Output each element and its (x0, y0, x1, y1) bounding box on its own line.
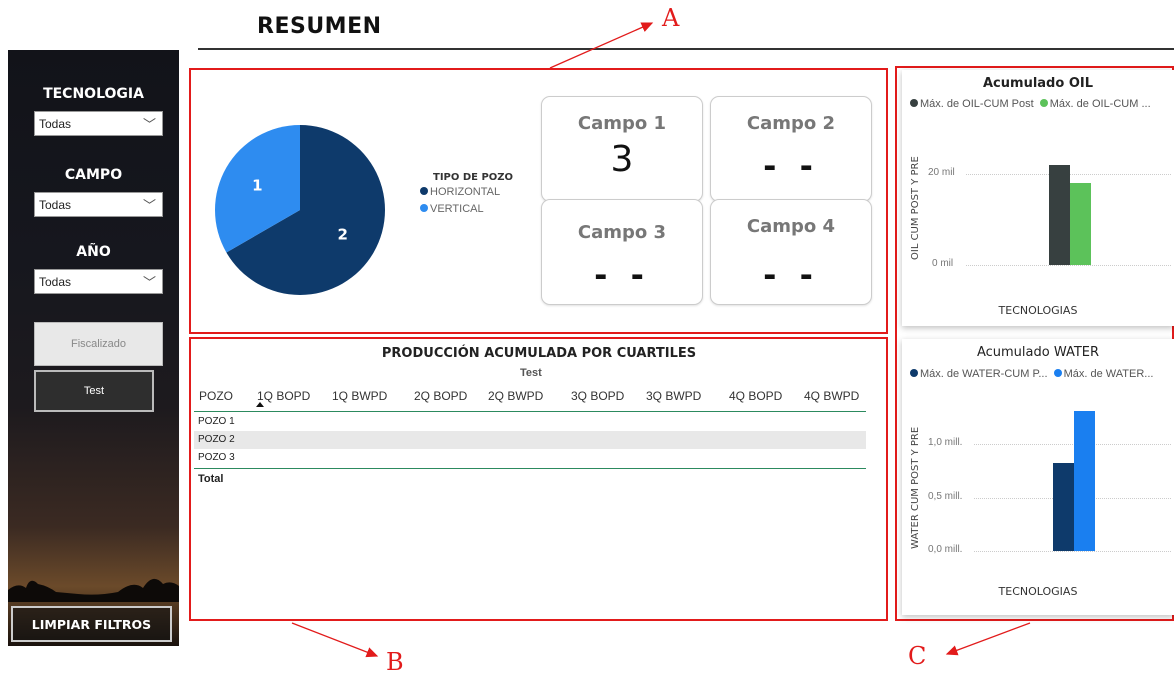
legend-dot-icon (1053, 369, 1062, 377)
legend-item-horizontal[interactable]: HORIZONTAL (420, 186, 500, 198)
table-row[interactable]: POZO 1 (194, 413, 866, 431)
ano-dropdown[interactable]: Todas ﹀ (34, 269, 163, 294)
well-type-pie-chart: 21 (215, 125, 385, 295)
legend-dot-icon (910, 99, 918, 107)
water-chart-gridline (974, 444, 1171, 445)
legend-label: Máx. de WATER... (1063, 368, 1154, 380)
water-chart-gridline (974, 551, 1171, 552)
kpi-card-campo-4: Campo 4 - - (710, 199, 872, 305)
legend-label: Máx. de WATER-CUM P... (920, 368, 1048, 380)
bar-1[interactable] (1074, 410, 1095, 551)
column-header-1q-bopd[interactable]: 1Q BOPD (257, 389, 310, 403)
tree-silhouette (8, 578, 179, 602)
chevron-down-icon: ﹀ (142, 117, 156, 132)
oil-chart-panel: Acumulado OIL Máx. de OIL-CUM Post Máx. … (902, 70, 1174, 326)
water-chart-tick: 0,5 mill. (928, 491, 963, 502)
column-header-pozo[interactable]: POZO (199, 389, 233, 403)
table-row[interactable]: POZO 2 (194, 431, 866, 449)
kpi-card-campo-3: Campo 3 - - (541, 199, 703, 305)
pie-slice-label: 1 (252, 176, 262, 194)
arrow-b (291, 622, 379, 658)
pie-slice-label: 2 (337, 226, 347, 244)
column-header-3q-bwpd[interactable]: 3Q BWPD (646, 389, 701, 403)
table-header-rule (194, 411, 866, 412)
water-chart-title: Acumulado WATER (976, 345, 1100, 360)
table-total-row: Total (198, 473, 224, 485)
filter-label-tecnologia: TECNOLOGIA (43, 86, 144, 102)
column-header-1q-bwpd[interactable]: 1Q BWPD (332, 389, 387, 403)
bar-1[interactable] (1070, 183, 1091, 265)
annotation-label-c: C (908, 642, 927, 670)
kpi-card-campo-2: Campo 2 - - (710, 96, 872, 202)
kpi-value: - - (763, 256, 819, 294)
oil-chart-tick: 0 mil (932, 258, 954, 269)
chevron-down-icon: ﹀ (142, 275, 156, 290)
filter-label-ano: AÑO (76, 244, 111, 260)
filter-sidebar: TECNOLOGIA Todas ﹀ CAMPO Todas ﹀ AÑO Tod… (8, 50, 179, 646)
ano-dropdown-value: Todas (39, 275, 72, 289)
legend-dot-icon (1039, 99, 1048, 107)
column-header-2q-bopd[interactable]: 2Q BOPD (414, 389, 467, 403)
filter-label-campo: CAMPO (64, 167, 123, 183)
sort-ascending-icon (256, 402, 264, 407)
bar-0[interactable] (1049, 164, 1070, 265)
annotation-label-b: B (386, 648, 404, 676)
oil-chart-title: Acumulado OIL (983, 76, 1093, 91)
legend-label: Máx. de OIL-CUM ... (1049, 98, 1151, 110)
column-header-4q-bopd[interactable]: 4Q BOPD (729, 389, 782, 403)
tecnologia-dropdown-value: Todas (39, 117, 72, 131)
arrow-c (945, 622, 1031, 656)
kpi-value: - - (763, 147, 819, 185)
legend-label: HORIZONTAL (430, 186, 501, 198)
water-chart-x-axis-label: TECNOLOGIAS (998, 585, 1078, 598)
water-chart-tick: 0,0 mill. (928, 544, 963, 555)
water-chart-legend: Máx. de WATER-CUM P... Máx. de WATER... (910, 368, 1153, 380)
legend-dot-icon (420, 204, 428, 212)
table-title: PRODUCCIÓN ACUMULADA POR CUARTILES (381, 346, 697, 361)
legend-label: VERTICAL (430, 203, 484, 215)
kpi-card-campo-1: Campo 1 3 (541, 96, 703, 202)
oil-chart-gridline (966, 265, 1171, 266)
kpi-label: Campo 2 (746, 113, 836, 134)
table-total-rule (194, 468, 866, 469)
table-row[interactable]: POZO 3 (194, 449, 866, 467)
chevron-down-icon: ﹀ (142, 198, 156, 213)
kpi-value: 3 (610, 139, 634, 180)
legend-dot-icon (420, 187, 428, 195)
water-chart-tick: 1,0 mill. (928, 437, 963, 448)
annotation-label-a: A (662, 4, 680, 32)
bar-0[interactable] (1053, 463, 1074, 551)
oil-chart-legend: Máx. de OIL-CUM Post Máx. de OIL-CUM ... (910, 98, 1151, 110)
kpi-label: Campo 4 (746, 216, 836, 237)
oil-chart-y-axis-label: OIL CUM POST Y PRE (910, 156, 921, 260)
water-chart-panel: Acumulado WATER Máx. de WATER-CUM P... M… (902, 339, 1174, 615)
title-divider (198, 48, 1174, 50)
tecnologia-dropdown[interactable]: Todas ﹀ (34, 111, 163, 136)
column-header-2q-bwpd[interactable]: 2Q BWPD (488, 389, 543, 403)
fiscalizado-button[interactable]: Fiscalizado (34, 322, 163, 366)
kpi-label: Campo 3 (577, 222, 667, 243)
page-title: RESUMEN (257, 14, 382, 39)
arrow-a (549, 22, 654, 69)
kpi-value: - - (594, 256, 650, 294)
oil-chart-x-axis-label: TECNOLOGIAS (998, 304, 1078, 317)
test-button[interactable]: Test (34, 370, 154, 412)
kpi-label: Campo 1 (577, 113, 667, 134)
campo-dropdown[interactable]: Todas ﹀ (34, 192, 163, 217)
column-header-4q-bwpd[interactable]: 4Q BWPD (804, 389, 859, 403)
legend-dot-icon (910, 369, 918, 377)
table-subtitle: Test (520, 367, 542, 379)
column-header-3q-bopd[interactable]: 3Q BOPD (571, 389, 624, 403)
legend-label: Máx. de OIL-CUM Post (920, 98, 1034, 110)
oil-chart-tick: 20 mil (928, 167, 955, 178)
campo-dropdown-value: Todas (39, 198, 72, 212)
pie-legend-title: TIPO DE POZO (433, 172, 514, 183)
water-chart-y-axis-label: WATER CUM POST Y PRE (910, 426, 921, 549)
clear-filters-button[interactable]: LIMPIAR FILTROS (11, 606, 172, 642)
legend-item-vertical[interactable]: VERTICAL (420, 203, 484, 215)
